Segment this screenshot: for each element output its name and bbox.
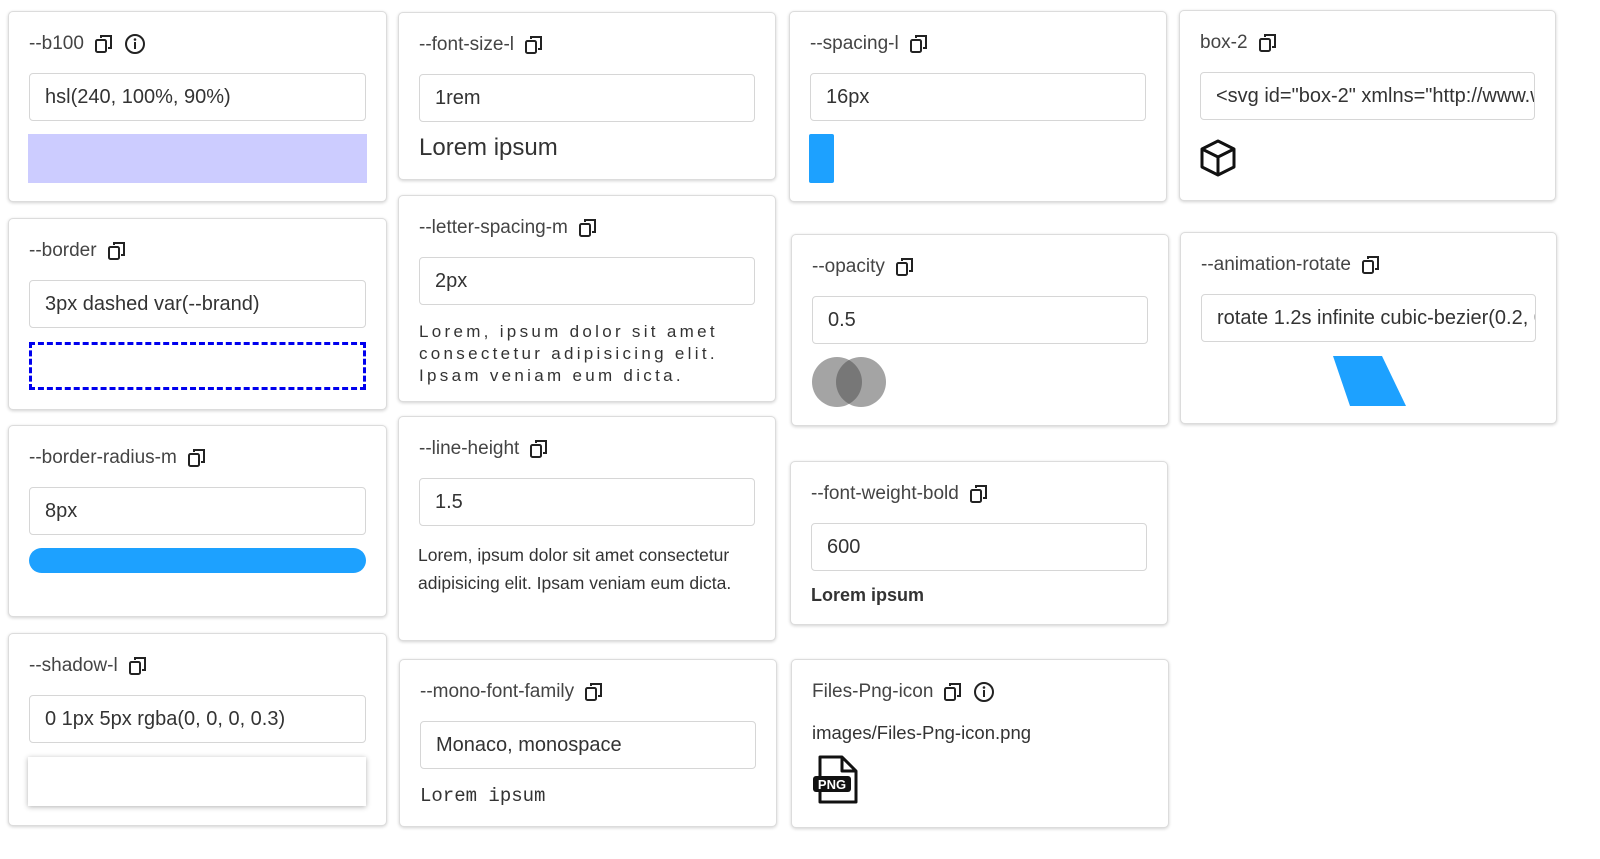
token-card-line-height: --line-height 1.5 Lorem, ipsum dolor sit… (398, 416, 776, 641)
font-size-preview: Lorem ipsum (419, 134, 558, 161)
color-swatch (28, 134, 367, 183)
token-value-field[interactable]: 1.5 (419, 478, 755, 526)
token-card-font-size-l: --font-size-l 1rem Lorem ipsum (398, 12, 776, 180)
png-label: PNG (818, 777, 846, 792)
token-name: --mono-font-family (420, 681, 575, 702)
token-value-field[interactable]: 2px (419, 257, 755, 305)
cube-icon (1199, 138, 1237, 178)
spacing-preview (809, 134, 834, 183)
token-name: --opacity (812, 256, 885, 277)
asset-name: box-2 (1200, 32, 1248, 53)
token-value-field[interactable]: rotate 1.2s infinite cubic-bezier(0.2, 0… (1201, 294, 1536, 342)
copy-icon[interactable] (583, 681, 605, 703)
copy-icon[interactable] (106, 240, 128, 262)
copy-icon[interactable] (528, 438, 550, 460)
token-card-b100: --b100 hsl(240, 100%, 90%) (8, 11, 387, 202)
token-value-field[interactable]: 0 1px 5px rgba(0, 0, 0, 0.3) (29, 695, 366, 743)
copy-icon[interactable] (577, 217, 599, 239)
copy-icon[interactable] (894, 256, 916, 278)
asset-name: Files-Png-icon (812, 681, 934, 702)
font-weight-preview: Lorem ipsum (811, 585, 925, 605)
radius-preview (29, 548, 366, 573)
copy-icon[interactable] (968, 483, 990, 505)
token-value-field[interactable]: hsl(240, 100%, 90%) (29, 73, 366, 121)
png-file-icon: PNG (812, 754, 860, 806)
token-name: --letter-spacing-m (419, 217, 568, 238)
animation-preview (1331, 355, 1407, 407)
token-value-field[interactable]: 16px (810, 73, 1146, 121)
copy-icon[interactable] (523, 34, 545, 56)
border-preview (29, 342, 366, 390)
token-card-spacing-l: --spacing-l 16px (789, 11, 1167, 202)
mono-font-preview: Lorem ipsum (420, 785, 546, 807)
design-tokens-grid: --b100 hsl(240, 100%, 90%) --border 3px … (0, 0, 1600, 859)
token-name: --font-weight-bold (811, 483, 959, 504)
token-value-field[interactable]: 3px dashed var(--brand) (29, 280, 366, 328)
token-card-font-weight-bold: --font-weight-bold 600 Lorem ipsum (790, 461, 1168, 625)
copy-icon[interactable] (186, 447, 208, 469)
info-icon[interactable] (973, 681, 995, 703)
token-name: --border-radius-m (29, 447, 177, 468)
asset-card-files-png-icon: Files-Png-icon images/Files-Png-icon.png… (791, 659, 1169, 828)
token-name: --shadow-l (29, 655, 118, 676)
token-card-animation-rotate: --animation-rotate rotate 1.2s infinite … (1180, 232, 1557, 424)
copy-icon[interactable] (1360, 254, 1382, 276)
letter-spacing-preview: Lorem, ipsum dolor sit amet consectetur … (419, 322, 718, 385)
asset-card-box-2: box-2 <svg id="box-2" xmlns="http://www.… (1179, 10, 1556, 201)
token-name: --font-size-l (419, 34, 515, 55)
token-card-shadow-l: --shadow-l 0 1px 5px rgba(0, 0, 0, 0.3) (8, 633, 387, 826)
token-name: --b100 (29, 33, 84, 54)
token-name: --spacing-l (810, 33, 899, 54)
token-name: --animation-rotate (1201, 254, 1351, 275)
token-name: --line-height (419, 438, 520, 459)
token-value-field[interactable]: <svg id="box-2" xmlns="http://www.w3.org… (1200, 72, 1535, 120)
copy-icon[interactable] (942, 681, 964, 703)
token-card-opacity: --opacity 0.5 (791, 234, 1169, 426)
copy-icon[interactable] (908, 33, 930, 55)
token-value-field[interactable]: 0.5 (812, 296, 1148, 344)
shadow-preview (28, 757, 366, 806)
token-card-letter-spacing-m: --letter-spacing-m 2px Lorem, ipsum dolo… (398, 195, 776, 402)
token-value-field[interactable]: Monaco, monospace (420, 721, 756, 769)
line-height-preview: Lorem, ipsum dolor sit amet consectetur … (418, 545, 732, 593)
token-card-mono-font-family: --mono-font-family Monaco, monospace Lor… (399, 659, 777, 827)
opacity-preview (811, 356, 891, 408)
asset-path: images/Files-Png-icon.png (812, 722, 1032, 743)
copy-icon[interactable] (1257, 32, 1279, 54)
token-value-field[interactable]: 1rem (419, 74, 755, 122)
info-icon[interactable] (124, 33, 146, 55)
token-name: --border (29, 240, 97, 261)
token-card-border: --border 3px dashed var(--brand) (8, 218, 387, 410)
token-value-field[interactable]: 8px (29, 487, 366, 535)
copy-icon[interactable] (127, 655, 149, 677)
copy-icon[interactable] (93, 33, 115, 55)
token-card-border-radius-m: --border-radius-m 8px (8, 425, 387, 617)
token-value-field[interactable]: 600 (811, 523, 1147, 571)
